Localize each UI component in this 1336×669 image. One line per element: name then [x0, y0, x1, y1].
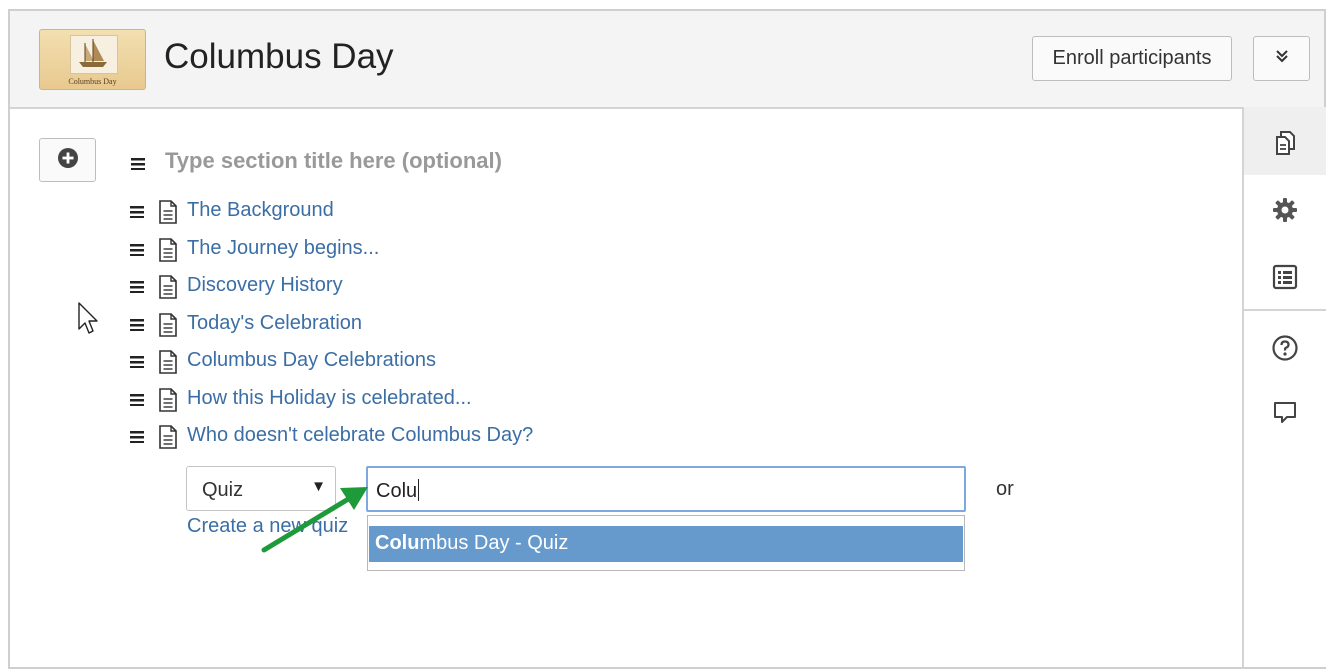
- page-icon: [158, 425, 178, 454]
- activity-link[interactable]: Today's Celebration: [187, 312, 362, 335]
- search-input-value: Colu: [376, 480, 418, 502]
- activity-link[interactable]: Who doesn't celebrate Columbus Day?: [187, 424, 533, 447]
- page-icon: [158, 388, 178, 417]
- drag-handle-icon[interactable]: [130, 244, 144, 256]
- activity-link[interactable]: The Journey begins...: [187, 237, 379, 260]
- page-title: Columbus Day: [164, 37, 394, 76]
- activity-search-input[interactable]: Colu: [366, 466, 966, 512]
- copy-pages-icon[interactable]: [1271, 129, 1299, 157]
- more-menu-button[interactable]: [1253, 36, 1310, 81]
- right-drawer: [1242, 107, 1326, 667]
- add-section-button[interactable]: [39, 138, 96, 182]
- page-icon: [158, 313, 178, 342]
- drag-handle-icon[interactable]: [130, 394, 144, 406]
- activity-link[interactable]: The Background: [187, 199, 334, 222]
- annotation-arrow-icon: [261, 487, 368, 553]
- activity-link[interactable]: Discovery History: [187, 274, 343, 297]
- section-drag-handle[interactable]: [131, 158, 145, 170]
- thumbnail-caption: Columbus Day: [68, 77, 117, 86]
- option-match-text: Colu: [375, 532, 420, 554]
- help-icon[interactable]: [1271, 334, 1299, 362]
- activity-link[interactable]: How this Holiday is celebrated...: [187, 387, 472, 410]
- drag-handle-icon[interactable]: [130, 319, 144, 331]
- autocomplete-dropdown: Columbus Day - Quiz: [367, 515, 965, 571]
- list-icon[interactable]: [1271, 263, 1299, 291]
- plus-circle-icon: [57, 147, 79, 174]
- section-title-placeholder[interactable]: Type section title here (optional): [165, 148, 502, 174]
- activity-type-value: Quiz: [202, 479, 244, 501]
- comment-icon[interactable]: [1271, 399, 1299, 427]
- drag-handle-icon[interactable]: [130, 281, 144, 293]
- course-thumbnail: Columbus Day: [39, 29, 146, 90]
- chevron-double-down-icon: [1275, 49, 1289, 68]
- autocomplete-option[interactable]: Columbus Day - Quiz: [369, 526, 963, 562]
- course-header: Columbus Day Columbus Day Enroll partici…: [10, 11, 1324, 109]
- page-icon: [158, 200, 178, 229]
- option-rest-text: mbus Day - Quiz: [419, 532, 569, 554]
- or-label: or: [996, 478, 1014, 500]
- drag-handle-icon[interactable]: [130, 431, 144, 443]
- ship-illustration: [70, 35, 118, 74]
- page-icon: [158, 275, 178, 304]
- gear-icon[interactable]: [1271, 196, 1299, 224]
- drag-handle-icon[interactable]: [130, 356, 144, 368]
- enroll-participants-button[interactable]: Enroll participants: [1032, 36, 1232, 81]
- page-icon: [158, 238, 178, 267]
- course-editor-frame: Columbus Day Columbus Day Enroll partici…: [8, 9, 1326, 669]
- page-icon: [158, 350, 178, 379]
- drawer-divider: [1244, 309, 1326, 311]
- mouse-cursor-icon: [78, 302, 98, 334]
- drag-handle-icon[interactable]: [130, 206, 144, 218]
- activity-link[interactable]: Columbus Day Celebrations: [187, 349, 436, 372]
- text-caret: [418, 479, 420, 501]
